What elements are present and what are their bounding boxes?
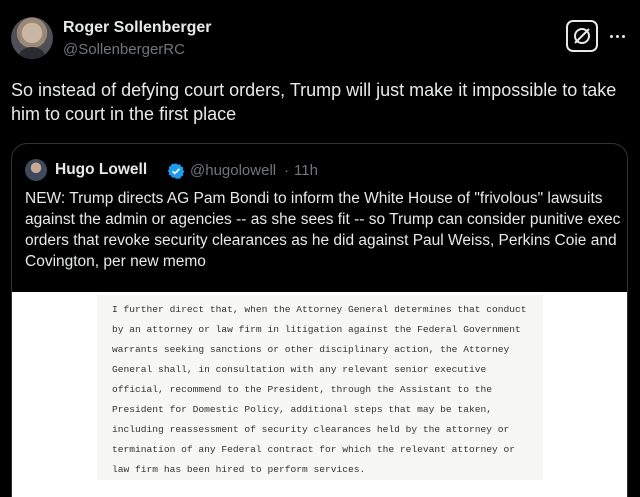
document-line: I further direct that, when the Attorney… <box>112 304 527 315</box>
author-handle[interactable]: @SollenbergerRC <box>63 41 185 58</box>
grok-button[interactable] <box>566 20 598 52</box>
tweet-text: So instead of defying court orders, Trum… <box>11 80 617 124</box>
grok-icon <box>574 28 590 44</box>
more-icon <box>609 34 613 38</box>
author-name[interactable]: Roger Sollenberger <box>63 19 211 37</box>
document-text: I further direct that, when the Attorney… <box>112 300 542 480</box>
more-button[interactable] <box>606 26 628 46</box>
quoted-avatar[interactable] <box>25 159 47 181</box>
separator-dot: · <box>284 162 289 179</box>
document-line: termination of any Federal contract for … <box>112 444 516 455</box>
quoted-image[interactable]: I further direct that, when the Attorney… <box>12 292 627 497</box>
document-line: President for Domestic Policy, additiona… <box>112 404 492 415</box>
document-line: law firm has been hired to perform servi… <box>112 464 366 475</box>
document-line: official, recommend to the President, th… <box>112 384 492 395</box>
document-line: by an attorney or law firm in litigation… <box>112 324 521 335</box>
quoted-author-handle[interactable]: @hugolowell <box>190 162 276 179</box>
verified-badge-icon <box>167 163 185 179</box>
document-line: warrants seeking sanctions or other disc… <box>112 344 510 355</box>
quoted-author-name[interactable]: Hugo Lowell <box>55 161 147 179</box>
quoted-tweet[interactable]: Hugo Lowell @hugolowell · 11h NEW: Trump… <box>11 143 628 497</box>
avatar[interactable] <box>11 17 53 59</box>
quoted-text: NEW: Trump directs AG Pam Bondi to infor… <box>25 190 621 270</box>
quoted-timestamp[interactable]: 11h <box>294 162 318 179</box>
document-line: General shall, in consultation with any … <box>112 364 487 375</box>
document-line: including reassessment of security clear… <box>112 424 510 435</box>
